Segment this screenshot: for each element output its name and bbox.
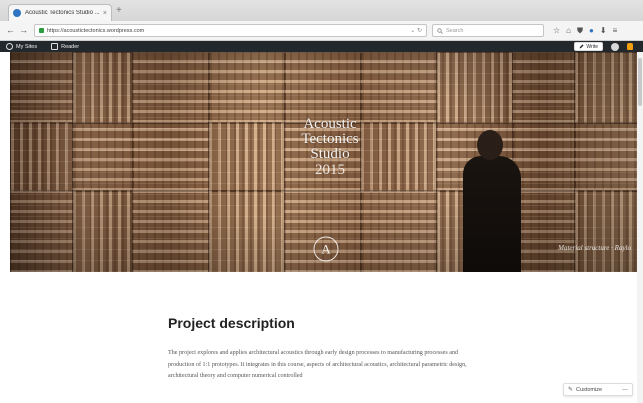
wordpress-logo-icon — [6, 43, 13, 50]
download-icon[interactable]: ⬇ — [600, 25, 607, 36]
address-bar[interactable]: https://acoustictectonics.wordpress.com … — [34, 24, 427, 37]
avatar[interactable] — [611, 42, 619, 51]
notifications-bell-icon[interactable] — [627, 43, 633, 50]
my-sites-button[interactable]: My Sites — [6, 43, 37, 50]
project-description-text: The project explores and applies archite… — [168, 350, 467, 379]
wp-admin-bar: My Sites Reader Write — [0, 41, 643, 52]
browser-tab-bar: Acoustic Tectonics Studio ... × + — [0, 0, 643, 21]
lock-icon — [39, 28, 44, 33]
reload-icon[interactable]: ⌄ ↻ — [410, 27, 422, 34]
customize-label: Customize — [576, 386, 603, 393]
search-icon — [437, 27, 443, 34]
logo-letter: A — [321, 242, 331, 257]
search-input[interactable]: Search — [432, 24, 544, 37]
wp-admin-right: Write — [574, 42, 633, 51]
bookmark-star-icon[interactable]: ☆ — [553, 25, 560, 36]
section-title: Project description — [168, 315, 295, 331]
site-logo-icon[interactable]: A — [312, 235, 340, 263]
pencil-icon — [579, 44, 584, 49]
tab-close-icon[interactable]: × — [103, 10, 107, 17]
reader-button[interactable]: Reader — [51, 43, 79, 50]
forward-button[interactable]: → — [19, 25, 28, 36]
page-scrollbar[interactable] — [637, 52, 643, 403]
site-title-line-2: Tectonics — [301, 131, 359, 147]
collapse-icon[interactable]: — — [622, 387, 628, 393]
site-favicon-icon — [13, 9, 21, 17]
new-tab-button[interactable]: + — [116, 6, 122, 16]
hero-image: Acoustic Tectonics Studio 2015 A Materia… — [10, 52, 637, 272]
scrollbar-thumb[interactable] — [638, 58, 642, 106]
site-year: 2015 — [315, 162, 345, 178]
tab-title: Acoustic Tectonics Studio ... — [25, 10, 99, 16]
site-title-line-1: Acoustic — [303, 116, 357, 132]
reader-label: Reader — [61, 43, 80, 50]
site-title-line-3: Studio — [310, 146, 350, 162]
customize-button[interactable]: ✎ Customize — — [563, 383, 633, 396]
reader-icon — [51, 43, 59, 50]
menu-icon[interactable]: ≡ — [613, 25, 618, 36]
url-text[interactable]: https://acoustictectonics.wordpress.com — [47, 28, 407, 34]
walking-person-figure — [455, 130, 525, 272]
home-icon[interactable]: ⌂ — [566, 25, 571, 36]
browser-tab[interactable]: Acoustic Tectonics Studio ... × — [8, 4, 112, 21]
hero-credit: Material structure · Raylo — [558, 244, 631, 252]
back-button[interactable]: ← — [6, 25, 15, 36]
extension-icon[interactable]: ● — [589, 25, 594, 36]
browser-nav-bar: ← → https://acoustictectonics.wordpress.… — [0, 21, 643, 41]
my-sites-label: My Sites — [16, 43, 38, 50]
customize-icon: ✎ — [568, 387, 574, 393]
write-label: Write — [586, 43, 598, 50]
site-title[interactable]: Acoustic Tectonics Studio — [280, 117, 380, 162]
write-button[interactable]: Write — [574, 42, 603, 51]
browser-toolbar: ☆ ⌂ ⛊ ● ⬇ ≡ — [553, 25, 617, 36]
pocket-icon[interactable]: ⛊ — [577, 25, 583, 36]
search-placeholder: Search — [446, 27, 464, 34]
